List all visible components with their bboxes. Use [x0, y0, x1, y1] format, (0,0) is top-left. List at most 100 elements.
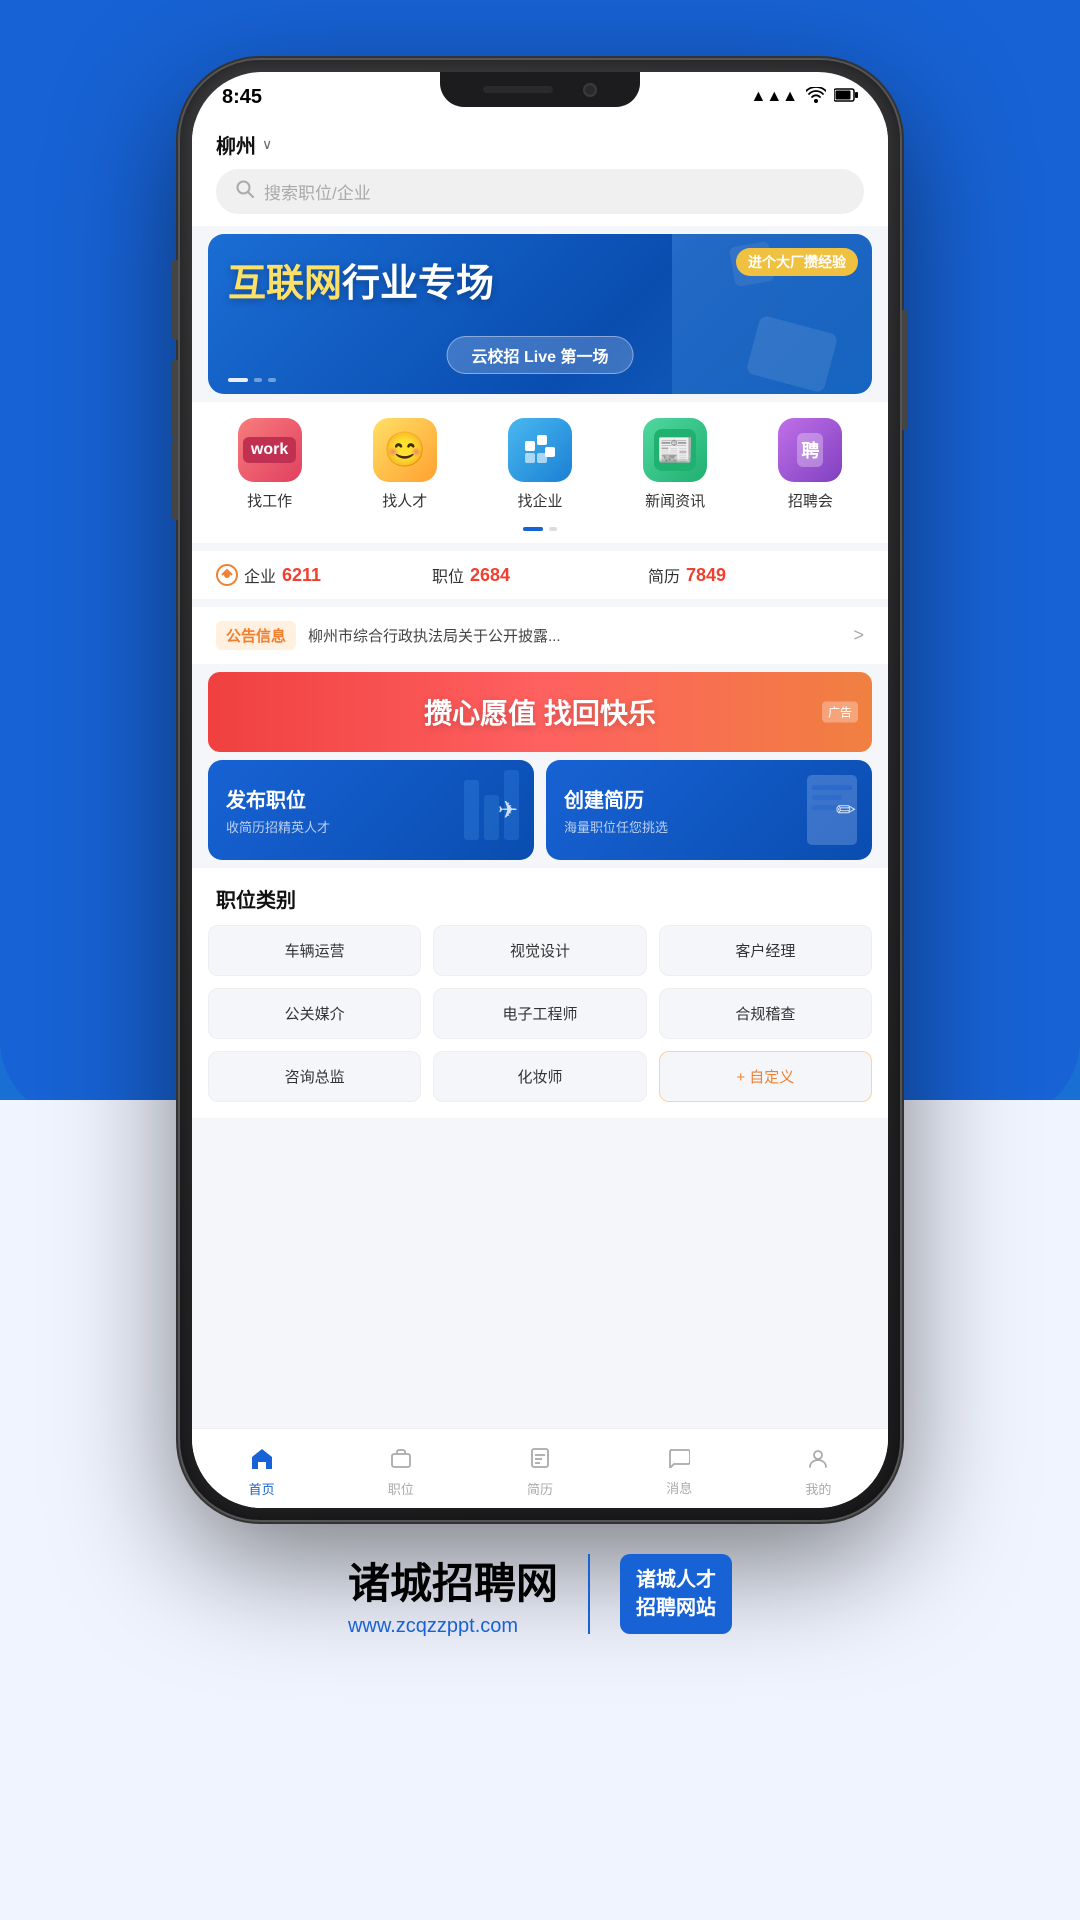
dot-1 [254, 378, 262, 382]
phone-screen: 8:45 ▲▲▲ [192, 72, 888, 1508]
brand-url: www.zcqzzppt.com [348, 1615, 558, 1638]
nav-resume[interactable]: 简历 [470, 1439, 609, 1498]
nav-mine[interactable]: 我的 [749, 1439, 888, 1498]
ad-text: 攒心愿值 找回快乐 [424, 692, 656, 732]
nav-jobs[interactable]: 职位 [331, 1439, 470, 1498]
cat-pr[interactable]: 公关媒介 [208, 988, 421, 1039]
stats-resume-value: 7849 [686, 565, 726, 586]
search-icon [236, 180, 254, 203]
quick-actions: work 找工作 😊 找人才 [192, 402, 888, 527]
stats-enterprise-label: 企业 [244, 563, 276, 587]
stats-job-label: 职位 [432, 563, 464, 587]
search-bar[interactable]: 搜索职位/企业 [216, 169, 864, 214]
cat-compliance[interactable]: 合规稽查 [659, 988, 872, 1039]
job-categories-section: 职位类别 车辆运营 视觉设计 客户经理 公关媒介 电子工程师 合规稽查 咨询总监… [192, 868, 888, 1118]
brand-part1: 诸城 [348, 1560, 432, 1607]
cat-consultant[interactable]: 咨询总监 [208, 1051, 421, 1102]
ad-banner[interactable]: 攒心愿值 找回快乐 广告 [208, 672, 872, 752]
create-resume-card[interactable]: 创建简历 海量职位任您挑选 ✏ [546, 760, 872, 860]
branding-section: 诸城招聘网 www.zcqzzppt.com 诸城人才 招聘网站 [348, 1550, 732, 1638]
banner-subtitle: 云校招 Live 第一场 [447, 336, 634, 374]
chevron-down-icon[interactable]: ∨ [262, 136, 272, 153]
qa-talent[interactable]: 😊 找人才 [355, 418, 455, 511]
app-content: 柳州 ∨ 搜索职位/企业 [192, 122, 888, 1508]
notch [440, 72, 640, 107]
publish-sub: 收简历招精英人才 [226, 817, 330, 836]
nav-home-label: 首页 [249, 1479, 275, 1498]
notice-bar[interactable]: 公告信息 柳州市综合行政执法局关于公开披露... > [192, 607, 888, 664]
qa-enterprise[interactable]: 找企业 [490, 418, 590, 511]
nav-message[interactable]: 消息 [610, 1440, 749, 1497]
stats-enterprise-value: 6211 [282, 565, 321, 586]
brand-badge: 诸城人才 招聘网站 [620, 1554, 732, 1634]
wifi-icon [806, 87, 826, 108]
stats-job-value: 2684 [470, 565, 510, 586]
job-categories-title: 职位类别 [192, 868, 888, 925]
bottom-nav: 首页 职位 [192, 1428, 888, 1508]
dot-active [228, 378, 248, 382]
page-dots [192, 527, 888, 543]
city-name[interactable]: 柳州 [216, 130, 256, 159]
publish-title: 发布职位 [226, 784, 306, 813]
phone-mockup: 8:45 ▲▲▲ [180, 60, 900, 1520]
resume-sub: 海量职位任您挑选 [564, 817, 668, 836]
nav-jobs-label: 职位 [388, 1479, 414, 1498]
news-icon: 📰 [643, 418, 707, 482]
banner-pagination [228, 378, 276, 382]
work-icon: work [238, 418, 302, 482]
top-bar: 柳州 ∨ 搜索职位/企业 [192, 122, 888, 226]
publish-job-card[interactable]: 发布职位 收简历招精英人才 ✈ [208, 760, 534, 860]
resume-nav-icon [530, 1447, 550, 1475]
notice-text: 柳州市综合行政执法局关于公开披露... [308, 625, 841, 646]
qa-work[interactable]: work 找工作 [220, 418, 320, 511]
action-cards: 发布职位 收简历招精英人才 ✈ 创建简历 海量职位任您挑选 [208, 760, 872, 860]
cat-account[interactable]: 客户经理 [659, 925, 872, 976]
cat-makeup[interactable]: 化妆师 [433, 1051, 646, 1102]
cat-custom[interactable]: + 自定义 [659, 1051, 872, 1102]
enterprise-icon [508, 418, 572, 482]
category-grid: 车辆运营 视觉设计 客户经理 公关媒介 电子工程师 合规稽查 咨询总监 化妆师 … [192, 925, 888, 1118]
cat-vehicle[interactable]: 车辆运营 [208, 925, 421, 976]
hero-banner[interactable]: 进个大厂攒经验 互联网行业专场 云校招 Live 第一场 [208, 234, 872, 394]
notice-tag: 公告信息 [216, 621, 296, 650]
brand-left: 诸城招聘网 www.zcqzzppt.com [348, 1550, 558, 1638]
resume-title: 创建简历 [564, 784, 644, 813]
qa-fair[interactable]: 聘 招聘会 [760, 418, 860, 511]
qa-work-label: 找工作 [247, 490, 292, 511]
ad-tag: 广告 [822, 702, 858, 723]
search-placeholder: 搜索职位/企业 [264, 179, 371, 204]
nav-resume-label: 简历 [527, 1479, 553, 1498]
cat-design[interactable]: 视觉设计 [433, 925, 646, 976]
signal-icon: ▲▲▲ [750, 88, 798, 106]
qa-news[interactable]: 📰 新闻资讯 [625, 418, 725, 511]
brand-part2: 招聘网 [432, 1560, 558, 1607]
home-icon [250, 1447, 274, 1475]
resume-icon: ✏ [836, 796, 856, 825]
qa-news-label: 新闻资讯 [645, 490, 705, 511]
stats-enterprise: 企业 6211 [216, 563, 432, 587]
nav-message-label: 消息 [666, 1478, 692, 1497]
stats-job: 职位 2684 [432, 563, 648, 587]
dot-2 [268, 378, 276, 382]
nav-home[interactable]: 首页 [192, 1439, 331, 1498]
qa-talent-label: 找人才 [382, 490, 427, 511]
speaker [483, 86, 553, 93]
status-time: 8:45 [222, 86, 262, 109]
brand-name: 诸城招聘网 [348, 1550, 558, 1611]
camera [583, 83, 597, 97]
badge-line1: 诸城人才 [636, 1566, 716, 1594]
dot-1-ind [549, 527, 557, 531]
dot-active-ind [523, 527, 543, 531]
fair-icon: 聘 [778, 418, 842, 482]
location-row[interactable]: 柳州 ∨ [216, 130, 864, 159]
notice-arrow-icon[interactable]: > [853, 625, 864, 646]
qa-fair-label: 招聘会 [788, 490, 833, 511]
banner-title: 互联网行业专场 [228, 264, 494, 306]
message-icon [668, 1448, 690, 1474]
cat-engineer[interactable]: 电子工程师 [433, 988, 646, 1039]
badge-line2: 招聘网站 [636, 1594, 716, 1622]
banner-tag: 进个大厂攒经验 [736, 248, 858, 276]
stats-bar: 企业 6211 职位 2684 简历 7849 [192, 551, 888, 599]
publish-icon: ✈ [498, 796, 518, 825]
qa-enterprise-label: 找企业 [517, 490, 562, 511]
